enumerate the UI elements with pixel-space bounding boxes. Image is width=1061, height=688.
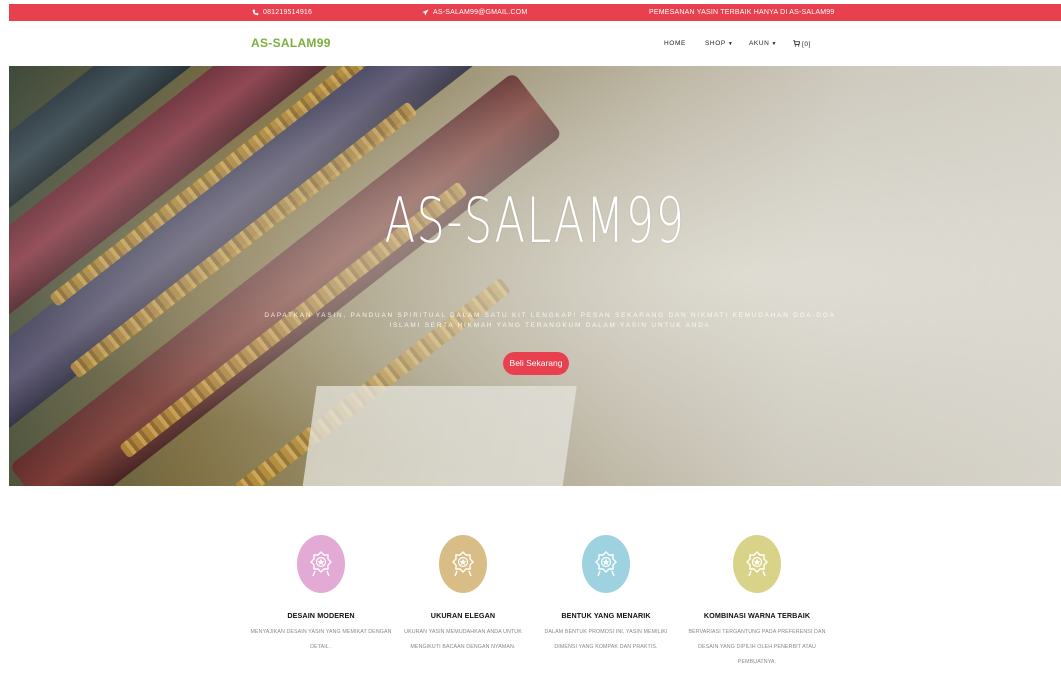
feature-title: UKURAN ELEGAN <box>430 611 496 620</box>
badge-emblem-icon <box>310 551 332 577</box>
hero-overlay <box>9 66 1061 486</box>
feature-card: DESAIN MODEREN MENYAJIKAN DESAIN YASIN Y… <box>246 530 396 655</box>
feature-card: BENTUK YANG MENARIK DALAM BENTUK PROMOSI… <box>531 530 681 655</box>
badge-emblem-icon <box>746 551 768 577</box>
feature-badge <box>582 535 630 593</box>
feature-badge <box>733 535 781 593</box>
nav-home-label: HOME <box>664 40 686 47</box>
nav-shop-label: SHOP <box>705 40 726 47</box>
buy-now-button[interactable]: Beli Sekarang <box>503 352 569 375</box>
topbar-phone[interactable]: 081219514916 <box>252 4 312 21</box>
site-logo[interactable]: AS-SALAM99 <box>251 36 331 50</box>
site-header: AS-SALAM99 HOME SHOP ▼ AKUN ▼ [0] <box>0 21 1061 66</box>
top-info-bar: 081219514916 AS-SALAM99@GMAIL.COM PEMESA… <box>9 4 1061 21</box>
nav-akun-label: AKUN <box>749 40 770 47</box>
feature-title: DESAIN MODEREN <box>287 611 355 620</box>
feature-description: DALAM BENTUK PROMOSI INI, YASIN MEMILIKI… <box>544 629 668 650</box>
badge-emblem-icon <box>595 551 617 577</box>
hero-title: AS-SALAM99 <box>384 184 686 257</box>
feature-description: BERVARIASI TERGANTUNG PADA PREFERENSI DA… <box>688 629 826 665</box>
feature-title: BENTUK YANG MENARIK <box>561 611 651 620</box>
cart-icon <box>793 40 801 49</box>
nav-akun-dropdown[interactable]: AKUN ▼ <box>749 40 777 47</box>
hero-banner: AS-SALAM99 DAPATKAN YASIN, PANDUAN SPIRI… <box>9 66 1061 486</box>
features-section: DESAIN MODEREN MENYAJIKAN DESAIN YASIN Y… <box>0 530 1061 688</box>
nav-home-link[interactable]: HOME <box>664 40 686 47</box>
hero-subtitle: DAPATKAN YASIN, PANDUAN SPIRITUAL DALAM … <box>264 312 836 329</box>
nav-shop-dropdown[interactable]: SHOP ▼ <box>705 40 733 47</box>
cart-count: [0] <box>802 41 812 48</box>
feature-card: KOMBINASI WARNA TERBAIK BERVARIASI TERGA… <box>682 530 832 670</box>
feature-badge <box>297 535 345 593</box>
paper-plane-icon <box>422 9 429 16</box>
caret-down-icon: ▼ <box>771 40 778 47</box>
topbar-phone-text: 081219514916 <box>263 9 313 16</box>
topbar-promo: PEMESANAN YASIN TERBAIK HANYA DI AS-SALA… <box>649 4 834 21</box>
feature-title: KOMBINASI WARNA TERBAIK <box>703 611 811 620</box>
feature-badge <box>439 535 487 593</box>
topbar-promo-text: PEMESANAN YASIN TERBAIK HANYA DI AS-SALA… <box>649 9 835 16</box>
nav-cart-link[interactable]: [0] <box>793 40 811 49</box>
phone-icon <box>252 9 259 16</box>
topbar-email-text: AS-SALAM99@GMAIL.COM <box>433 9 528 16</box>
topbar-email[interactable]: AS-SALAM99@GMAIL.COM <box>422 4 527 21</box>
badge-emblem-icon <box>452 551 474 577</box>
caret-down-icon: ▼ <box>727 40 734 47</box>
feature-description: UKURAN YASIN MEMUDAHKAN ANDA UNTUK MENGI… <box>404 629 522 650</box>
feature-card: UKURAN ELEGAN UKURAN YASIN MEMUDAHKAN AN… <box>388 530 538 655</box>
feature-description: MENYAJIKAN DESAIN YASIN YANG MEMIKAT DEN… <box>250 629 392 650</box>
